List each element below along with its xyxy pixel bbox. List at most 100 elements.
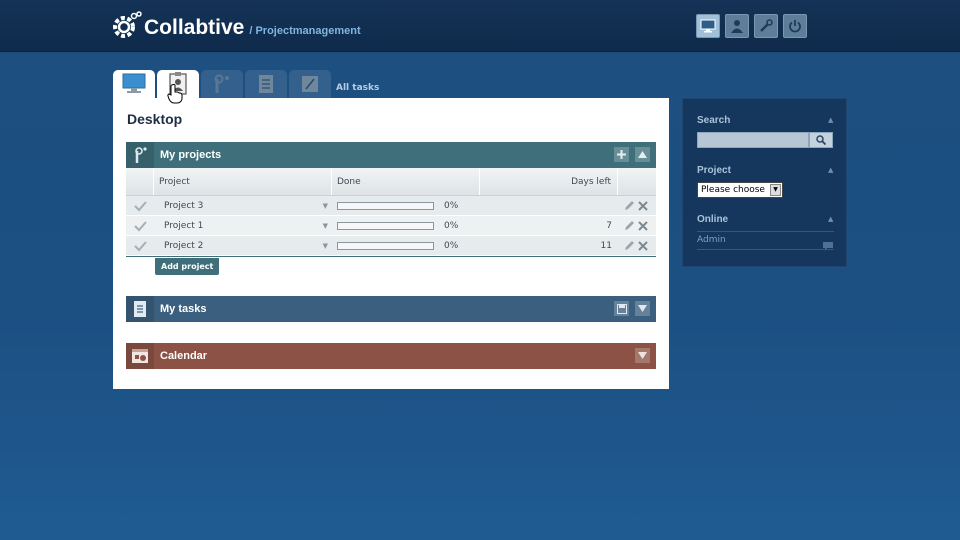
expand-arrow-icon[interactable]: ▼ <box>323 236 328 256</box>
project-actions <box>618 196 656 216</box>
calendar-icon <box>126 343 154 369</box>
tasks-icon <box>126 296 154 322</box>
expand-arrow-icon[interactable]: ▼ <box>323 196 328 216</box>
expand-calendar-button[interactable] <box>635 348 650 363</box>
header-done[interactable]: Done <box>332 168 480 195</box>
divider <box>697 249 834 250</box>
chevron-up-icon[interactable]: ▲ <box>828 215 833 223</box>
header-project[interactable]: Project <box>154 168 332 195</box>
main-tabs <box>113 70 331 98</box>
logo[interactable]: Collabtive / Projectmanagement <box>112 9 361 41</box>
project-progress: 0% <box>332 236 480 256</box>
calendar-controls <box>635 348 650 363</box>
delete-x-icon[interactable] <box>638 220 648 231</box>
tasks-icon <box>259 75 273 93</box>
projects-icon <box>214 74 229 93</box>
edit-pencil-icon[interactable] <box>624 200 635 211</box>
wrench-icon <box>760 19 773 32</box>
search-icon <box>816 135 826 145</box>
power-icon <box>789 20 801 33</box>
tab-desktop[interactable] <box>113 70 155 98</box>
project-name[interactable]: Project 1 ▼ <box>154 216 332 236</box>
page-title: Desktop <box>127 111 183 127</box>
sidebar: Search ▲ Project ▲ Please choose ▼ Onlin… <box>682 98 847 267</box>
my-projects-title: My projects <box>160 149 222 161</box>
project-days-left <box>480 196 618 216</box>
delete-x-icon[interactable] <box>638 240 648 251</box>
progress-bar <box>337 221 434 230</box>
project-select[interactable]: Please choose ▼ <box>697 182 783 198</box>
project-name[interactable]: Project 3 ▼ <box>154 196 332 216</box>
project-actions <box>618 236 656 256</box>
search-button[interactable] <box>809 132 833 148</box>
expand-arrow-icon[interactable]: ▼ <box>323 216 328 236</box>
project-name[interactable]: Project 2 ▼ <box>154 236 332 256</box>
project-days-left: 11 <box>600 240 612 251</box>
hand-cursor-icon <box>167 84 183 108</box>
my-tasks-header[interactable]: My tasks <box>126 296 656 322</box>
chat-bubble-icon[interactable] <box>823 236 833 255</box>
my-projects-header[interactable]: My projects <box>126 142 656 168</box>
chevron-down-icon <box>638 305 647 312</box>
app-name: Collabtive <box>144 16 245 39</box>
table-row: Project 3 ▼ 0% <box>126 196 656 216</box>
checkmark-icon <box>134 220 147 231</box>
divider <box>697 231 834 232</box>
add-project-toggle-button[interactable] <box>614 147 629 162</box>
tab-notes[interactable] <box>289 70 331 98</box>
header-toolbar <box>696 14 807 38</box>
project-label: Project <box>697 165 731 176</box>
header-actions <box>618 168 656 195</box>
gear-logo-icon <box>112 9 142 41</box>
chevron-up-icon[interactable]: ▲ <box>828 166 833 174</box>
close-project-button[interactable] <box>126 196 154 216</box>
desktop-panel: Desktop My projects Project Done Days le… <box>113 98 669 389</box>
online-user[interactable]: Admin <box>697 235 726 245</box>
calendar-title: Calendar <box>160 350 208 362</box>
logout-button[interactable] <box>783 14 807 38</box>
settings-button[interactable] <box>754 14 778 38</box>
calendar-header[interactable]: Calendar <box>126 343 656 369</box>
delete-x-icon[interactable] <box>638 200 648 211</box>
app-subtitle: / Projectmanagement <box>249 25 361 37</box>
notes-icon <box>302 76 318 92</box>
header-check-column <box>126 168 154 195</box>
edit-pencil-icon[interactable] <box>624 220 635 231</box>
chevron-down-icon <box>638 352 647 359</box>
projects-table: Project Done Days left Project 3 ▼ 0% Pro… <box>126 168 656 257</box>
project-actions <box>618 216 656 236</box>
table-row: Project 2 ▼ 0% 11 <box>126 236 656 256</box>
desktop-icon <box>700 19 716 33</box>
dropdown-arrow-icon: ▼ <box>770 184 781 196</box>
my-projects-controls <box>614 147 650 162</box>
search-input[interactable] <box>697 132 809 148</box>
tab-tasks[interactable] <box>245 70 287 98</box>
project-progress: 0% <box>332 196 480 216</box>
chevron-up-icon <box>638 151 647 158</box>
desktop-icon <box>122 73 146 93</box>
add-project-button[interactable]: Add project <box>155 258 220 275</box>
save-tasks-button[interactable] <box>614 301 629 316</box>
search-label: Search <box>697 115 731 126</box>
table-row: Project 1 ▼ 0% 7 <box>126 216 656 236</box>
tab-projects[interactable] <box>201 70 243 98</box>
expand-tasks-button[interactable] <box>635 301 650 316</box>
close-project-button[interactable] <box>126 236 154 256</box>
project-progress: 0% <box>332 216 480 236</box>
desktop-button[interactable] <box>696 14 720 38</box>
close-project-button[interactable] <box>126 216 154 236</box>
chevron-up-icon[interactable]: ▲ <box>828 116 833 124</box>
my-tasks-controls <box>614 301 650 316</box>
tab-all-tasks[interactable]: All tasks <box>336 83 379 93</box>
header-days-left[interactable]: Days left <box>480 168 618 195</box>
profile-button[interactable] <box>725 14 749 38</box>
progress-bar <box>337 201 434 210</box>
user-icon <box>731 20 743 33</box>
collapse-projects-button[interactable] <box>635 147 650 162</box>
edit-pencil-icon[interactable] <box>624 240 635 251</box>
save-icon <box>616 303 627 314</box>
plus-icon <box>617 150 626 159</box>
projects-icon <box>126 142 154 168</box>
online-label: Online <box>697 214 729 225</box>
checkmark-icon <box>134 200 147 211</box>
